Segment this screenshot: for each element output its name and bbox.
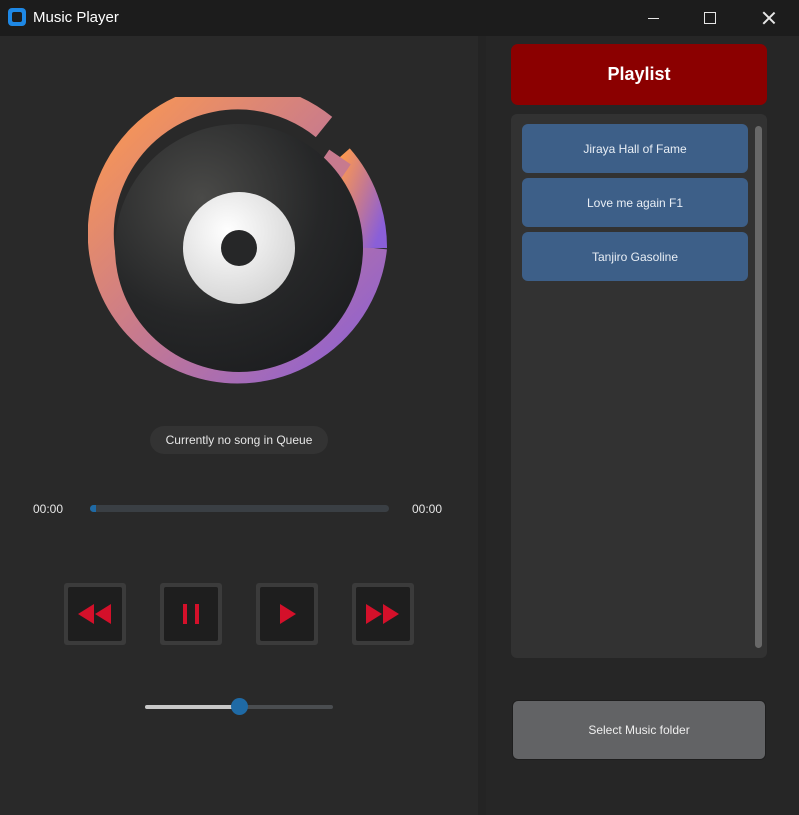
fast-forward-icon — [366, 604, 399, 624]
progress-fill — [90, 505, 96, 512]
rewind-button[interactable] — [64, 583, 126, 645]
playlist-scrollbar[interactable] — [755, 126, 762, 648]
volume-fill — [145, 705, 239, 709]
playlist-header[interactable]: Playlist — [511, 44, 767, 105]
music-disc-icon — [87, 83, 388, 384]
elapsed-time: 00:00 — [33, 502, 64, 516]
forward-button[interactable] — [352, 583, 414, 645]
select-music-folder-button[interactable]: Select Music folder — [512, 700, 766, 760]
close-button[interactable] — [746, 0, 792, 36]
minimize-button[interactable] — [630, 0, 676, 36]
window-title: Music Player — [33, 9, 119, 26]
album-art — [87, 83, 390, 399]
play-button[interactable] — [256, 583, 318, 645]
maximize-button[interactable] — [687, 0, 733, 36]
pause-icon — [183, 604, 199, 624]
total-time: 00:00 — [412, 502, 443, 516]
playlist-item[interactable]: Jiraya Hall of Fame — [522, 124, 748, 173]
playlist-item[interactable]: Love me again F1 — [522, 178, 748, 227]
rewind-icon — [78, 604, 111, 624]
maximize-icon — [704, 12, 716, 24]
close-icon — [762, 11, 776, 25]
now-playing-label: Currently no song in Queue — [150, 426, 328, 454]
title-bar: Music Player — [0, 0, 799, 36]
playlist-item[interactable]: Tanjiro Gasoline — [522, 232, 748, 281]
pause-button[interactable] — [160, 583, 222, 645]
volume-slider-handle[interactable] — [230, 698, 248, 715]
minimize-icon — [647, 17, 659, 19]
progress-bar[interactable] — [90, 505, 389, 512]
play-icon — [280, 604, 296, 624]
app-icon — [8, 8, 26, 26]
